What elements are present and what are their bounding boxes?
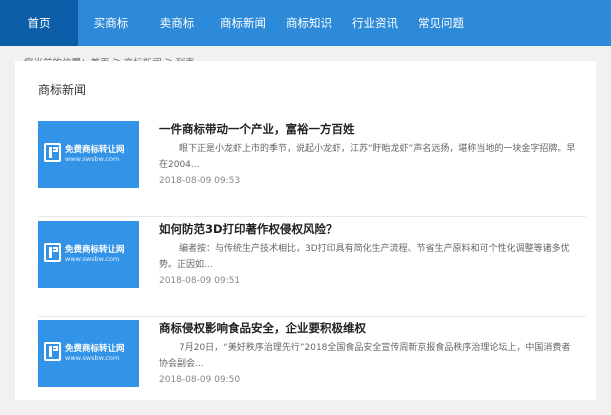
list-item: 免费商标转让网 www.swsbw.com 商标侵权影响食品安全，企业要积极维权… [38, 320, 586, 415]
thumbnail-brand: 免费商标转让网 [65, 344, 125, 354]
thumbnail-site: www.swsbw.com [65, 155, 120, 163]
article-thumbnail[interactable]: 免费商标转让网 www.swsbw.com [38, 121, 139, 188]
article-summary: 眼下正是小龙虾上市的季节，说起小龙虾，江苏“盱眙龙虾”声名远扬，堪称当地的一块金… [159, 144, 576, 170]
article-title[interactable]: 如何防范3D打印著作权侵权风险？ [159, 221, 338, 237]
logo-r-icon [44, 243, 61, 262]
article-thumbnail[interactable]: 免费商标转让网 www.swsbw.com [38, 221, 139, 288]
nav-item-faq[interactable]: 常见问题 [408, 0, 474, 46]
article-date: 2018-08-09 09:53 [159, 176, 241, 186]
nav-item-sell-trademark[interactable]: 卖商标 [144, 0, 210, 46]
logo-r-icon [44, 143, 61, 162]
thumbnail-site: www.swsbw.com [65, 255, 120, 263]
nav-item-buy-trademark[interactable]: 买商标 [78, 0, 144, 46]
article-title[interactable]: 一件商标带动一个产业，富裕一方百姓 [159, 121, 355, 137]
article-date: 2018-08-09 09:50 [159, 375, 241, 385]
nav-item-trademark-news[interactable]: 商标新闻 [210, 0, 276, 46]
article-title[interactable]: 商标侵权影响食品安全，企业要积极维权 [159, 320, 366, 336]
thumbnail-brand: 免费商标转让网 [65, 245, 125, 255]
article-thumbnail[interactable]: 免费商标转让网 www.swsbw.com [38, 320, 139, 387]
list-item: 免费商标转让网 www.swsbw.com 一件商标带动一个产业，富裕一方百姓 … [38, 121, 586, 217]
logo-r-icon [44, 342, 61, 361]
top-nav: 首页 买商标 卖商标 商标新闻 商标知识 行业资讯 常见问题 [0, 0, 611, 46]
article-summary: 7月20日，“美好秩序治理先行”2018全国食品安全宣传周新京报食品秩序治理论坛… [159, 343, 571, 369]
article-date: 2018-08-09 09:51 [159, 276, 241, 286]
nav-item-home[interactable]: 首页 [0, 0, 78, 46]
thumbnail-site: www.swsbw.com [65, 354, 120, 362]
nav-item-trademark-knowledge[interactable]: 商标知识 [276, 0, 342, 46]
nav-item-industry-news[interactable]: 行业资讯 [342, 0, 408, 46]
panel-title: 商标新闻 [38, 83, 87, 97]
list-item: 免费商标转让网 www.swsbw.com 如何防范3D打印著作权侵权风险？ 编… [38, 221, 586, 317]
article-summary: 编者按：与传统生产技术相比，3D打印具有简化生产流程、节省生产原料和可个性化调整… [159, 244, 570, 270]
news-list-panel: 商标新闻 免费商标转让网 www.swsbw.com 一件商标带动一个产业，富裕… [15, 61, 596, 400]
thumbnail-brand: 免费商标转让网 [65, 145, 125, 155]
